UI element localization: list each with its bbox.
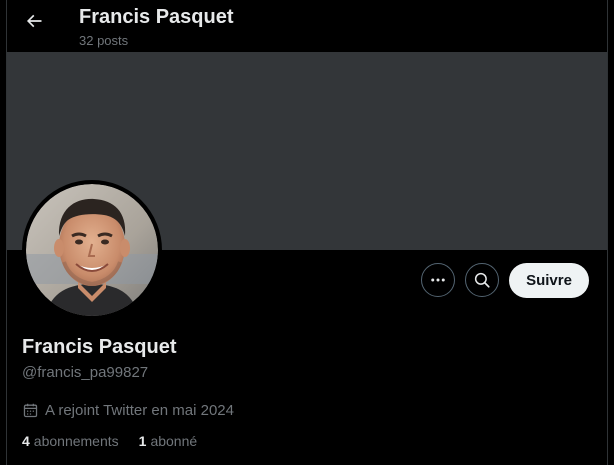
following-count: 4 [22,433,30,449]
following-label: abonnements [33,433,119,449]
avatar[interactable] [22,180,162,320]
arrow-left-icon [26,14,42,28]
calendar-icon [22,402,39,419]
joined-date: A rejoint Twitter en mai 2024 [22,400,234,420]
user-handle: @francis_pa99827 [22,364,149,381]
followers-link[interactable]: 1 abonné [139,433,198,449]
display-name: Francis Pasquet [22,336,177,358]
follow-stats: 4 abonnements 1 abonné [22,433,197,449]
more-button[interactable] [421,263,455,297]
joined-text: A rejoint Twitter en mai 2024 [45,401,234,419]
avatar-photo [26,184,158,316]
following-link[interactable]: 4 abonnements [22,433,119,449]
post-count: 32 posts [79,33,129,48]
header-title: Francis Pasquet [79,6,234,28]
more-horizontal-icon [431,278,445,282]
column-border-right [607,0,608,465]
followers-label: abonné [150,433,198,449]
profile-header: Francis Pasquet 32 posts [7,0,607,52]
search-icon [474,272,490,288]
back-button[interactable] [21,8,47,34]
follow-button[interactable]: Suivre [509,263,589,298]
followers-count: 1 [138,433,147,449]
search-profile-button[interactable] [465,263,499,297]
profile-page: Francis Pasquet 32 posts Suivre Francis … [0,0,614,465]
